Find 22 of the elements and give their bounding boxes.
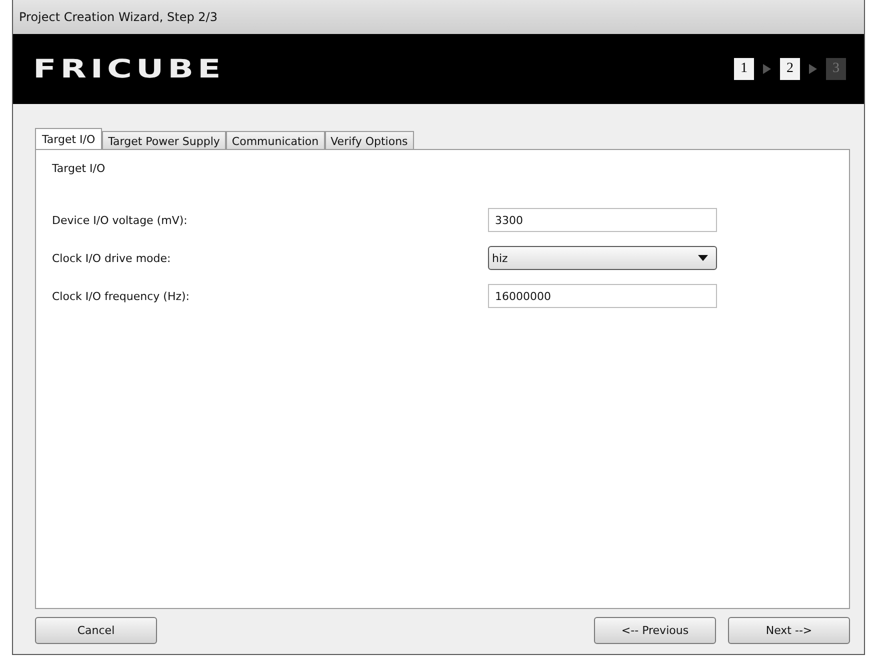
tab[interactable]: Target I/O: [35, 128, 102, 150]
tab[interactable]: Verify Options: [324, 131, 414, 150]
step-arrow-icon: [763, 64, 771, 74]
window-title: Project Creation Wizard, Step 2/3: [19, 10, 218, 24]
next-button[interactable]: Next -->: [728, 617, 850, 644]
cancel-button[interactable]: Cancel: [35, 617, 157, 644]
input-field[interactable]: 16000000: [488, 284, 717, 308]
input-field[interactable]: 3300: [488, 208, 717, 232]
logo: FRICUBE: [33, 54, 225, 84]
field-label: Clock I/O frequency (Hz):: [52, 290, 190, 302]
dropdown[interactable]: hiz: [488, 246, 717, 270]
tab[interactable]: Communication: [226, 131, 325, 150]
step-indicator: 3: [826, 58, 846, 80]
dropdown-arrow-icon: [698, 255, 708, 261]
previous-button[interactable]: <-- Previous: [594, 617, 716, 644]
step-arrow-icon: [809, 64, 817, 74]
step-indicator: 2: [780, 58, 800, 80]
field-label: Device I/O voltage (mV):: [52, 214, 188, 226]
field-label: Clock I/O drive mode:: [52, 252, 172, 264]
tab[interactable]: Target Power Supply: [102, 131, 226, 150]
step-indicator: 1: [734, 58, 754, 80]
section-title: Target I/O: [52, 162, 106, 175]
